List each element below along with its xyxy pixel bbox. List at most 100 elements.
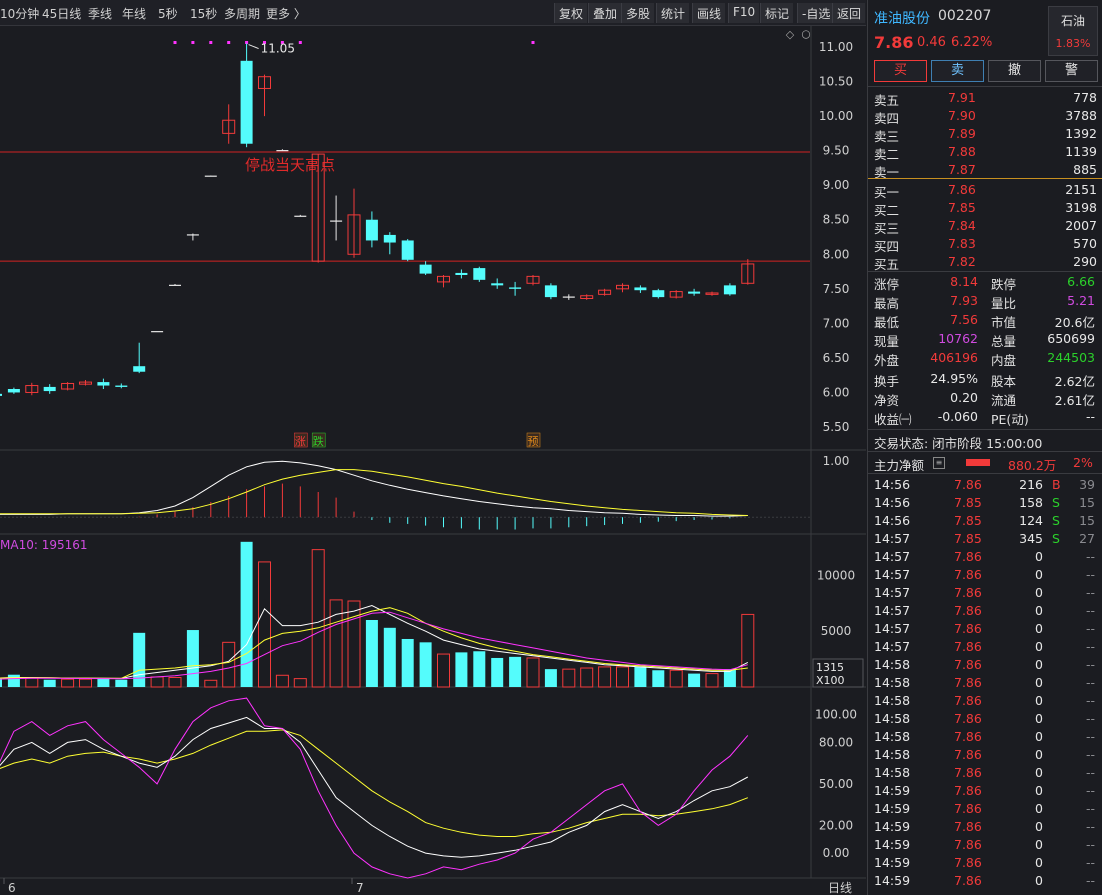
volume-bar — [186, 630, 199, 687]
period-tab-4[interactable]: 5秒 — [158, 5, 178, 22]
tick-tn: -- — [1085, 801, 1095, 816]
tick-tv: 0 — [1035, 711, 1043, 726]
tool-button-7[interactable]: -自选 — [797, 3, 835, 23]
tick-tv: 0 — [1035, 693, 1043, 708]
period-tab-3[interactable]: 年线 — [122, 5, 146, 22]
price-tick-label: 10.50 — [819, 75, 853, 89]
ask-row-3[interactable]: 卖二 7.88 1139 — [868, 142, 1102, 162]
volume-bar — [43, 679, 56, 687]
bid-row-0-p: 7.86 — [948, 182, 976, 197]
period-label: 日线 — [828, 881, 852, 895]
marker-dot — [531, 41, 535, 44]
tick-tv: 0 — [1035, 639, 1043, 654]
tick-tv: 124 — [1019, 513, 1043, 528]
tick-td: S — [1052, 531, 1060, 546]
period-tab-5[interactable]: 15秒 — [190, 5, 217, 22]
tool-button-1[interactable]: 叠加 — [588, 3, 622, 23]
tick-tn: -- — [1085, 837, 1095, 852]
tick-tt: 14:57 — [874, 621, 911, 636]
bid-row-1[interactable]: 买二 7.85 3198 — [868, 198, 1102, 218]
bid-row-4[interactable]: 买五 7.82 290 — [868, 252, 1102, 272]
ask-row-2-p: 7.89 — [948, 126, 976, 141]
bid-row-0[interactable]: 买一 7.86 2151 — [868, 180, 1102, 200]
stat-v1: 406196 — [930, 350, 978, 365]
volume-bar — [688, 673, 701, 687]
tick-tt: 14:58 — [874, 675, 911, 690]
ask-row-0[interactable]: 卖五 7.91 778 — [868, 88, 1102, 108]
tick-tp: 7.86 — [954, 855, 982, 870]
buy-button[interactable]: 买 — [874, 60, 927, 82]
price-change-pct: 6.22% — [951, 35, 993, 50]
fund-flow-label: 主力净额 — [874, 458, 925, 473]
stat-row-0: 涨停 8.14 跌停 6.66 — [868, 272, 1102, 292]
tick-tp: 7.86 — [954, 657, 982, 672]
stat-l2: 内盘 — [991, 353, 1017, 368]
cancel-button[interactable]: 撤 — [988, 60, 1041, 82]
period-tab-0[interactable]: 10分钟 — [0, 5, 39, 22]
volume-bar — [383, 627, 396, 687]
tick-tn: -- — [1085, 873, 1095, 888]
ask-row-1[interactable]: 卖四 7.90 3788 — [868, 106, 1102, 126]
tick-tp: 7.86 — [954, 819, 982, 834]
volume-bar — [401, 638, 414, 687]
tool-button-8[interactable]: 返回 — [832, 3, 866, 23]
stat-v2: 244503 — [1047, 350, 1095, 365]
bid-row-2[interactable]: 买三 7.84 2007 — [868, 216, 1102, 236]
period-tab-6[interactable]: 多周期 — [224, 5, 260, 22]
period-tab-2[interactable]: 季线 — [88, 5, 112, 22]
tick-row-14: 14:58 7.86 0 -- — [868, 727, 1102, 745]
ask-row-2[interactable]: 卖三 7.89 1392 — [868, 124, 1102, 144]
bid-row-1-p: 7.85 — [948, 200, 976, 215]
alert-button[interactable]: 警 — [1045, 60, 1098, 82]
period-tab-1[interactable]: 45日线 — [42, 5, 81, 22]
tick-tv: 216 — [1019, 477, 1043, 492]
tool-button-4[interactable]: 画线 — [692, 3, 726, 23]
bid-row-0-v: 2151 — [1065, 182, 1097, 197]
list-icon[interactable]: ≡ — [933, 457, 945, 469]
tool-button-5[interactable]: F10 — [728, 3, 760, 23]
sell-button[interactable]: 卖 — [931, 60, 984, 82]
tick-tt: 14:59 — [874, 855, 911, 870]
tick-row-12: 14:58 7.86 0 -- — [868, 691, 1102, 709]
stat-row-3: 现量 10762 总量 650699 — [868, 329, 1102, 349]
tick-tv: 0 — [1035, 603, 1043, 618]
volume-bar — [473, 651, 486, 687]
tick-tp: 7.86 — [954, 567, 982, 582]
tick-row-20: 14:59 7.86 0 -- — [868, 835, 1102, 853]
candle-body — [7, 389, 20, 393]
period-tab-7[interactable]: 更多 〉 — [266, 5, 306, 22]
chart-area[interactable]: 11.00 10.50 10.00 9.50 9.00 8.50 8.00 7.50 7.00 6… — [0, 26, 866, 895]
tool-button-6[interactable]: 标记 — [760, 3, 794, 23]
sector-tag[interactable]: 石油 1.83% — [1048, 6, 1098, 56]
tick-tt: 14:57 — [874, 531, 911, 546]
stock-name[interactable]: 准油股份 — [874, 8, 930, 28]
volume-ma-label: MA10: 195161 — [0, 538, 88, 552]
volume-tick-label: 10000 — [817, 568, 855, 582]
price-tick-label: 7.50 — [823, 282, 850, 296]
tick-tp: 7.86 — [954, 711, 982, 726]
tool-button-0[interactable]: 复权 — [554, 3, 588, 23]
tick-tv: 0 — [1035, 873, 1043, 888]
candle-body — [544, 285, 557, 298]
tick-tv: 0 — [1035, 657, 1043, 672]
ask-row-0-p: 7.91 — [948, 90, 976, 105]
tick-list[interactable]: 14:56 7.86 216 B 39 14:56 7.85 158 S 15 14:56 7.85 1… — [868, 475, 1102, 889]
tick-tn: -- — [1085, 855, 1095, 870]
kdj-tick-label: 20.00 — [819, 818, 853, 832]
last-price: 7.86 — [874, 33, 914, 52]
bid-row-1-v: 3198 — [1065, 200, 1097, 215]
tool-button-3[interactable]: 统计 — [656, 3, 690, 23]
stat-row-4: 外盘 406196 内盘 244503 — [868, 348, 1102, 368]
tick-tn: -- — [1085, 729, 1095, 744]
volume-unit: X100 — [816, 674, 845, 687]
tick-tv: 0 — [1035, 855, 1043, 870]
marker-dot — [173, 41, 177, 44]
ask-row-1-p: 7.90 — [948, 108, 976, 123]
stat-l1: 外盘 — [874, 353, 900, 368]
ask-row-4[interactable]: 卖一 7.87 885 — [868, 160, 1102, 180]
tick-tv: 158 — [1019, 495, 1043, 510]
divider — [868, 86, 1102, 87]
candle-body — [115, 385, 128, 387]
bid-row-3[interactable]: 买四 7.83 570 — [868, 234, 1102, 254]
tool-button-2[interactable]: 多股 — [621, 3, 655, 23]
